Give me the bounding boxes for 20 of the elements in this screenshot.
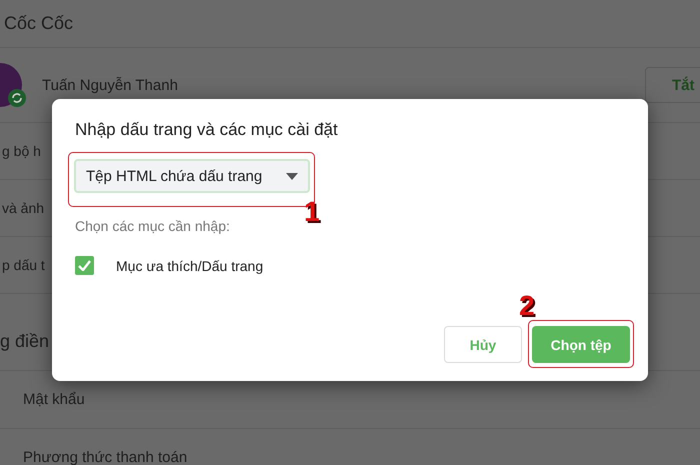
checkbox-label: Mục ưa thích/Dấu trang — [116, 258, 264, 274]
cancel-button[interactable]: Hủy — [444, 326, 522, 363]
section-title: g điền — [0, 330, 50, 352]
caret-icon — [286, 172, 298, 180]
page-title: Cốc Cốc — [4, 13, 74, 34]
prompt-text: Chọn các mục cần nhập: — [75, 218, 231, 234]
settings-item[interactable]: g bộ h — [2, 143, 41, 159]
settings-item[interactable]: Mật khẩu — [23, 391, 85, 408]
step-number: 2 — [519, 290, 535, 322]
step-number: 1 — [304, 196, 320, 228]
settings-item[interactable]: và ảnh — [2, 200, 44, 216]
choose-file-button[interactable]: Chọn tệp — [532, 326, 630, 363]
turn-off-button[interactable]: Tắt — [645, 67, 700, 103]
settings-item[interactable]: Phương thức thanh toán — [23, 449, 188, 465]
checkbox[interactable] — [75, 256, 94, 275]
settings-item[interactable]: p dấu t — [2, 257, 45, 273]
profile-name: Tuấn Nguyễn Thanh — [42, 76, 179, 94]
sync-icon — [8, 89, 26, 107]
dialog-title: Nhập dấu trang và các mục cài đặt — [75, 120, 339, 140]
source-dropdown[interactable]: Tệp HTML chứa dấu trang — [74, 159, 310, 193]
